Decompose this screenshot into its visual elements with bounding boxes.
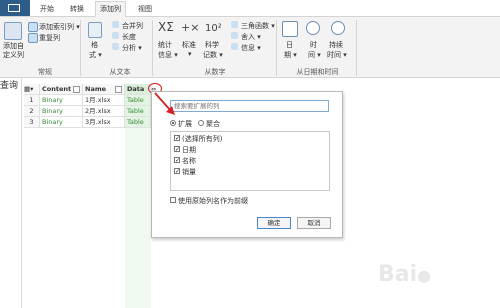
column-header-data[interactable]: Data — [125, 84, 151, 95]
date-label-2[interactable]: 期 ▾ — [284, 50, 297, 60]
file-menu-button[interactable] — [0, 0, 30, 16]
format-label-1[interactable]: 格 — [91, 40, 98, 50]
add-index-column-button[interactable]: 添加索引列 ▾ — [39, 22, 80, 32]
pane-divider — [21, 78, 22, 308]
column-header-content[interactable]: Content — [40, 84, 83, 95]
calendar-icon — [282, 21, 298, 37]
information-button[interactable]: 信息 ▾ — [241, 43, 261, 53]
rounding-icon — [231, 32, 238, 39]
cancel-button[interactable]: 取消 — [297, 217, 331, 229]
row-number: 1 — [24, 95, 40, 106]
standard-icon: +× — [181, 21, 200, 34]
table-cell-data[interactable]: Table — [125, 106, 151, 117]
scientific-icon: 10² — [205, 23, 222, 34]
duration-icon — [331, 21, 345, 35]
column-header-name[interactable]: Name — [83, 84, 125, 95]
scientific-label-2[interactable]: 记数 ▾ — [203, 50, 223, 60]
table-cell-content[interactable]: Binary — [40, 117, 83, 128]
custom-column-label-2[interactable]: 定义列 — [3, 50, 24, 60]
download-icon[interactable] — [73, 86, 80, 93]
duration-label-1[interactable]: 持续 — [329, 40, 343, 50]
aggregate-radio-label: 聚合 — [206, 120, 220, 128]
row-number: 2 — [24, 106, 40, 117]
column-list-item: 名称 — [182, 157, 196, 165]
name-checkbox[interactable]: ✓ — [174, 157, 180, 164]
group-separator — [356, 20, 357, 76]
table-cell-name[interactable]: 1月.xlsx — [83, 95, 125, 106]
queries-pane-label[interactable]: 查询 — [0, 78, 18, 91]
column-search-input[interactable] — [170, 100, 329, 112]
column-header-label: Content — [42, 85, 72, 93]
column-list-item: 日期 — [182, 146, 196, 154]
group-separator — [276, 20, 277, 76]
group-number-label: 从数字 — [204, 68, 226, 76]
ok-button[interactable]: 确定 — [257, 217, 291, 229]
index-column-icon — [28, 22, 38, 32]
tab-view[interactable]: 视图 — [134, 2, 156, 16]
use-prefix-checkbox[interactable] — [170, 197, 176, 203]
group-separator — [152, 20, 153, 76]
data-column-fill — [125, 128, 151, 308]
standard-label-1[interactable]: 标准 — [182, 40, 196, 50]
sales-checkbox[interactable]: ✓ — [174, 168, 180, 175]
group-text-label: 从文本 — [109, 68, 131, 76]
filter-icon[interactable] — [115, 86, 122, 93]
annotation-arrow — [154, 92, 175, 115]
rounding-button[interactable]: 舍入 ▾ — [241, 32, 261, 42]
statistics-label-2[interactable]: 信息 ▾ — [158, 50, 178, 60]
table-cell-content[interactable]: Binary — [40, 106, 83, 117]
length-icon — [112, 32, 119, 39]
table-cell-data[interactable]: Table — [125, 117, 151, 128]
select-all-checkbox[interactable]: ✓ — [174, 135, 180, 142]
file-icon — [8, 4, 20, 12]
group-date-label: 从日期和时间 — [296, 68, 339, 76]
length-button[interactable]: 长度 — [122, 32, 136, 42]
group-general-label: 常规 — [38, 68, 52, 76]
statistics-label-1[interactable]: 统计 — [158, 40, 172, 50]
group-separator — [80, 20, 81, 76]
trig-icon — [231, 21, 238, 28]
merge-columns-button[interactable]: 合并列 — [122, 21, 143, 31]
table-cell-content[interactable]: Binary — [40, 95, 83, 106]
date-label-1[interactable]: 日 — [286, 40, 293, 50]
table-cell-name[interactable]: 3月.xlsx — [83, 117, 125, 128]
analyze-button[interactable]: 分析 ▾ — [122, 43, 142, 53]
watermark-logo: Bai● — [378, 262, 432, 287]
time-label-1[interactable]: 时 — [310, 40, 317, 50]
clock-icon — [306, 21, 320, 35]
info-icon — [231, 43, 238, 50]
tab-add-column[interactable]: 添加列 — [95, 1, 126, 17]
aggregate-radio[interactable] — [198, 120, 204, 126]
column-header-label: Name — [85, 85, 107, 93]
merge-columns-icon — [112, 21, 119, 28]
date-checkbox[interactable]: ✓ — [174, 146, 180, 153]
format-label-2[interactable]: 式 ▾ — [89, 50, 102, 60]
custom-column-icon — [4, 22, 22, 40]
duplicate-column-icon — [28, 33, 38, 43]
expand-radio[interactable] — [170, 120, 176, 126]
data-grid: ▦▾ Content Name Data 1 Binary 1月.xlsx Ta… — [24, 84, 151, 134]
row-number: 3 — [24, 117, 40, 128]
statistics-icon: XΣ — [158, 20, 174, 34]
analyze-icon — [112, 43, 119, 50]
table-cell-name[interactable]: 2月.xlsx — [83, 106, 125, 117]
trigonometry-button[interactable]: 三角函数 ▾ — [241, 21, 275, 31]
duplicate-column-button[interactable]: 重复列 — [39, 33, 60, 43]
format-icon — [88, 22, 102, 38]
tab-transform[interactable]: 转换 — [66, 2, 88, 16]
use-prefix-label: 使用原始列名作为前缀 — [178, 197, 248, 205]
column-list-item: 销量 — [182, 168, 196, 176]
column-header-label: Data — [127, 85, 145, 93]
time-label-2[interactable]: 间 ▾ — [308, 50, 321, 60]
expand-radio-label: 扩展 — [178, 120, 192, 128]
column-list-item: (选择所有列) — [182, 135, 223, 143]
tab-home[interactable]: 开始 — [36, 2, 58, 16]
ribbon-tab-bar: 开始 转换 添加列 视图 — [0, 0, 500, 17]
table-menu-button[interactable]: ▦▾ — [24, 84, 40, 95]
duration-label-2[interactable]: 时间 ▾ — [327, 50, 347, 60]
scientific-label-1[interactable]: 科学 — [205, 40, 219, 50]
standard-label-2[interactable]: ▾ — [188, 50, 192, 58]
table-cell-data[interactable]: Table — [125, 95, 151, 106]
